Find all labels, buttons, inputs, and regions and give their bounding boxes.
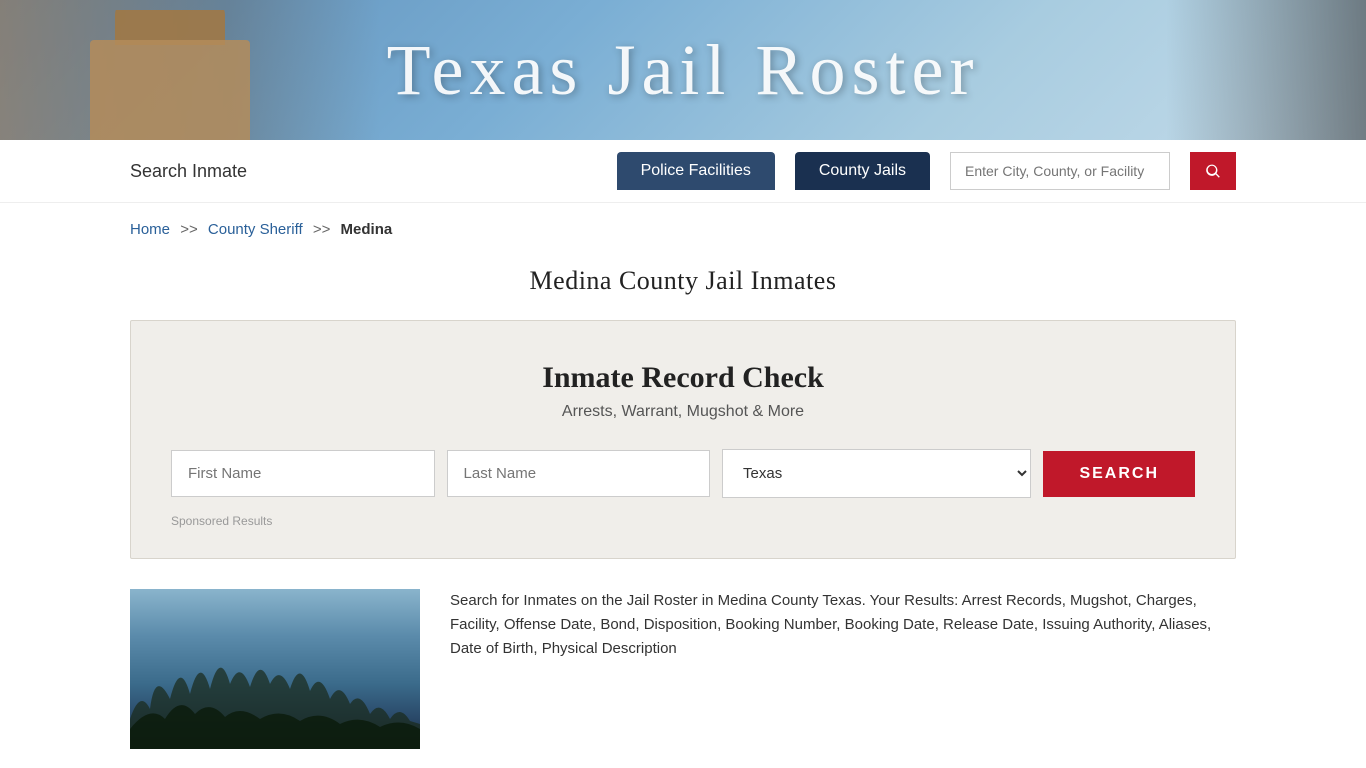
county-jails-button[interactable]: County Jails (795, 152, 930, 190)
police-facilities-button[interactable]: Police Facilities (617, 152, 775, 190)
record-check-title: Inmate Record Check (171, 361, 1195, 395)
record-check-box: Inmate Record Check Arrests, Warrant, Mu… (130, 320, 1236, 559)
site-title: Texas Jail Roster (387, 29, 980, 112)
record-check-subtitle: Arrests, Warrant, Mugshot & More (171, 403, 1195, 421)
sponsored-label: Sponsored Results (171, 514, 1195, 528)
bottom-section: Search for Inmates on the Jail Roster in… (0, 589, 1366, 749)
breadcrumb-sep-2: >> (313, 221, 331, 238)
breadcrumb: Home >> County Sheriff >> Medina (0, 203, 1366, 248)
breadcrumb-home-link[interactable]: Home (130, 221, 170, 238)
search-icon (1204, 162, 1222, 180)
navbar: Search Inmate Police Facilities County J… (0, 140, 1366, 203)
facility-search-input[interactable] (950, 152, 1170, 190)
bottom-description: Search for Inmates on the Jail Roster in… (450, 589, 1236, 661)
facility-search-button[interactable] (1190, 152, 1236, 190)
page-title-section: Medina County Jail Inmates (0, 248, 1366, 320)
page-title: Medina County Jail Inmates (0, 266, 1366, 296)
record-check-form: AlabamaAlaskaArizonaArkansasCaliforniaCo… (171, 449, 1195, 498)
tree-silhouette (130, 649, 420, 749)
state-select[interactable]: AlabamaAlaskaArizonaArkansasCaliforniaCo… (722, 449, 1031, 498)
record-search-button[interactable]: SEARCH (1043, 451, 1195, 497)
banner-right-overlay (1166, 0, 1366, 140)
facility-image (130, 589, 420, 749)
breadcrumb-current: Medina (341, 221, 393, 238)
header-banner: Texas Jail Roster (0, 0, 1366, 140)
search-inmate-label: Search Inmate (130, 161, 247, 182)
last-name-input[interactable] (447, 450, 711, 497)
first-name-input[interactable] (171, 450, 435, 497)
capitol-dome (60, 10, 280, 140)
breadcrumb-county-sheriff-link[interactable]: County Sheriff (208, 221, 303, 238)
breadcrumb-sep-1: >> (180, 221, 198, 238)
